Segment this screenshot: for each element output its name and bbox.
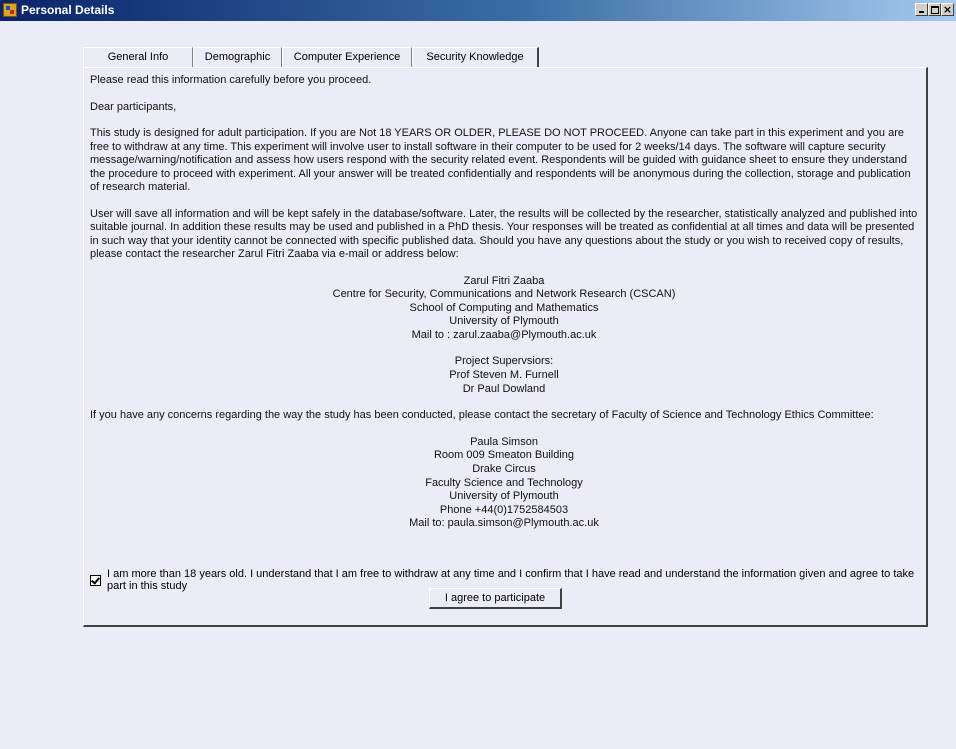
data-handling-text: User will save all information and will … [90, 207, 918, 261]
secretary-name: Paula Simson [470, 435, 538, 448]
supervisors-heading: Project Supervsiors: [454, 355, 554, 368]
researcher-mail: Mail to : zarul.zaaba@Plymouth.ac.uk [411, 328, 597, 341]
information-sheet: Please read this information carefully b… [90, 74, 918, 544]
secretary-contact: Paula Simson Room 009 Smeaton Building D… [90, 436, 918, 531]
title-bar[interactable]: Personal Details × [0, 0, 956, 21]
app-icon [3, 3, 17, 17]
close-button[interactable]: × [941, 3, 954, 16]
secretary-university: University of Plymouth [449, 490, 559, 503]
maximize-button[interactable] [928, 3, 941, 16]
secretary-faculty: Faculty Science and Technology [425, 476, 583, 489]
study-description: This study is designed for adult partici… [90, 127, 911, 193]
tab-general-info[interactable]: General Info [83, 47, 193, 67]
personal-details-window: Personal Details × General Info Demograp… [0, 0, 956, 749]
window-title: Personal Details [21, 3, 115, 17]
tab-security-knowledge[interactable]: Security Knowledge [412, 47, 539, 67]
secretary-area: Drake Circus [472, 462, 536, 475]
researcher-university: University of Plymouth [449, 315, 559, 328]
researcher-centre: Centre for Security, Communications and … [332, 288, 676, 301]
researcher-contact: Zarul Fitri Zaaba Centre for Security, C… [90, 275, 918, 343]
tab-demographic[interactable]: Demographic [193, 47, 282, 67]
greeting-text: Dear participants, [90, 100, 177, 113]
supervisors-block: Project Supervsiors: Prof Steven M. Furn… [90, 355, 918, 396]
researcher-school: School of Computing and Mathematics [409, 301, 599, 314]
tab-computer-experience[interactable]: Computer Experience [282, 47, 412, 67]
window-controls: × [915, 3, 954, 16]
intro-text: Please read this information carefully b… [90, 74, 372, 86]
secretary-room: Room 009 Smeaton Building [433, 449, 575, 462]
concerns-text: If you have any concerns regarding the w… [90, 409, 874, 422]
agree-to-participate-button[interactable]: I agree to participate [429, 588, 562, 609]
secretary-mail: Mail to: paula.simson@Plymouth.ac.uk [409, 517, 599, 530]
consent-checkbox[interactable] [90, 574, 101, 586]
supervisor-1: Prof Steven M. Furnell [449, 369, 559, 382]
minimize-button[interactable] [915, 3, 928, 16]
researcher-name: Zarul Fitri Zaaba [463, 274, 545, 287]
secretary-phone: Phone +44(0)1752584503 [439, 503, 569, 516]
tab-strip: General Info Demographic Computer Experi… [83, 47, 539, 68]
supervisor-2: Dr Paul Dowland [462, 382, 546, 395]
tab-panel-general-info: Please read this information carefully b… [83, 67, 928, 627]
